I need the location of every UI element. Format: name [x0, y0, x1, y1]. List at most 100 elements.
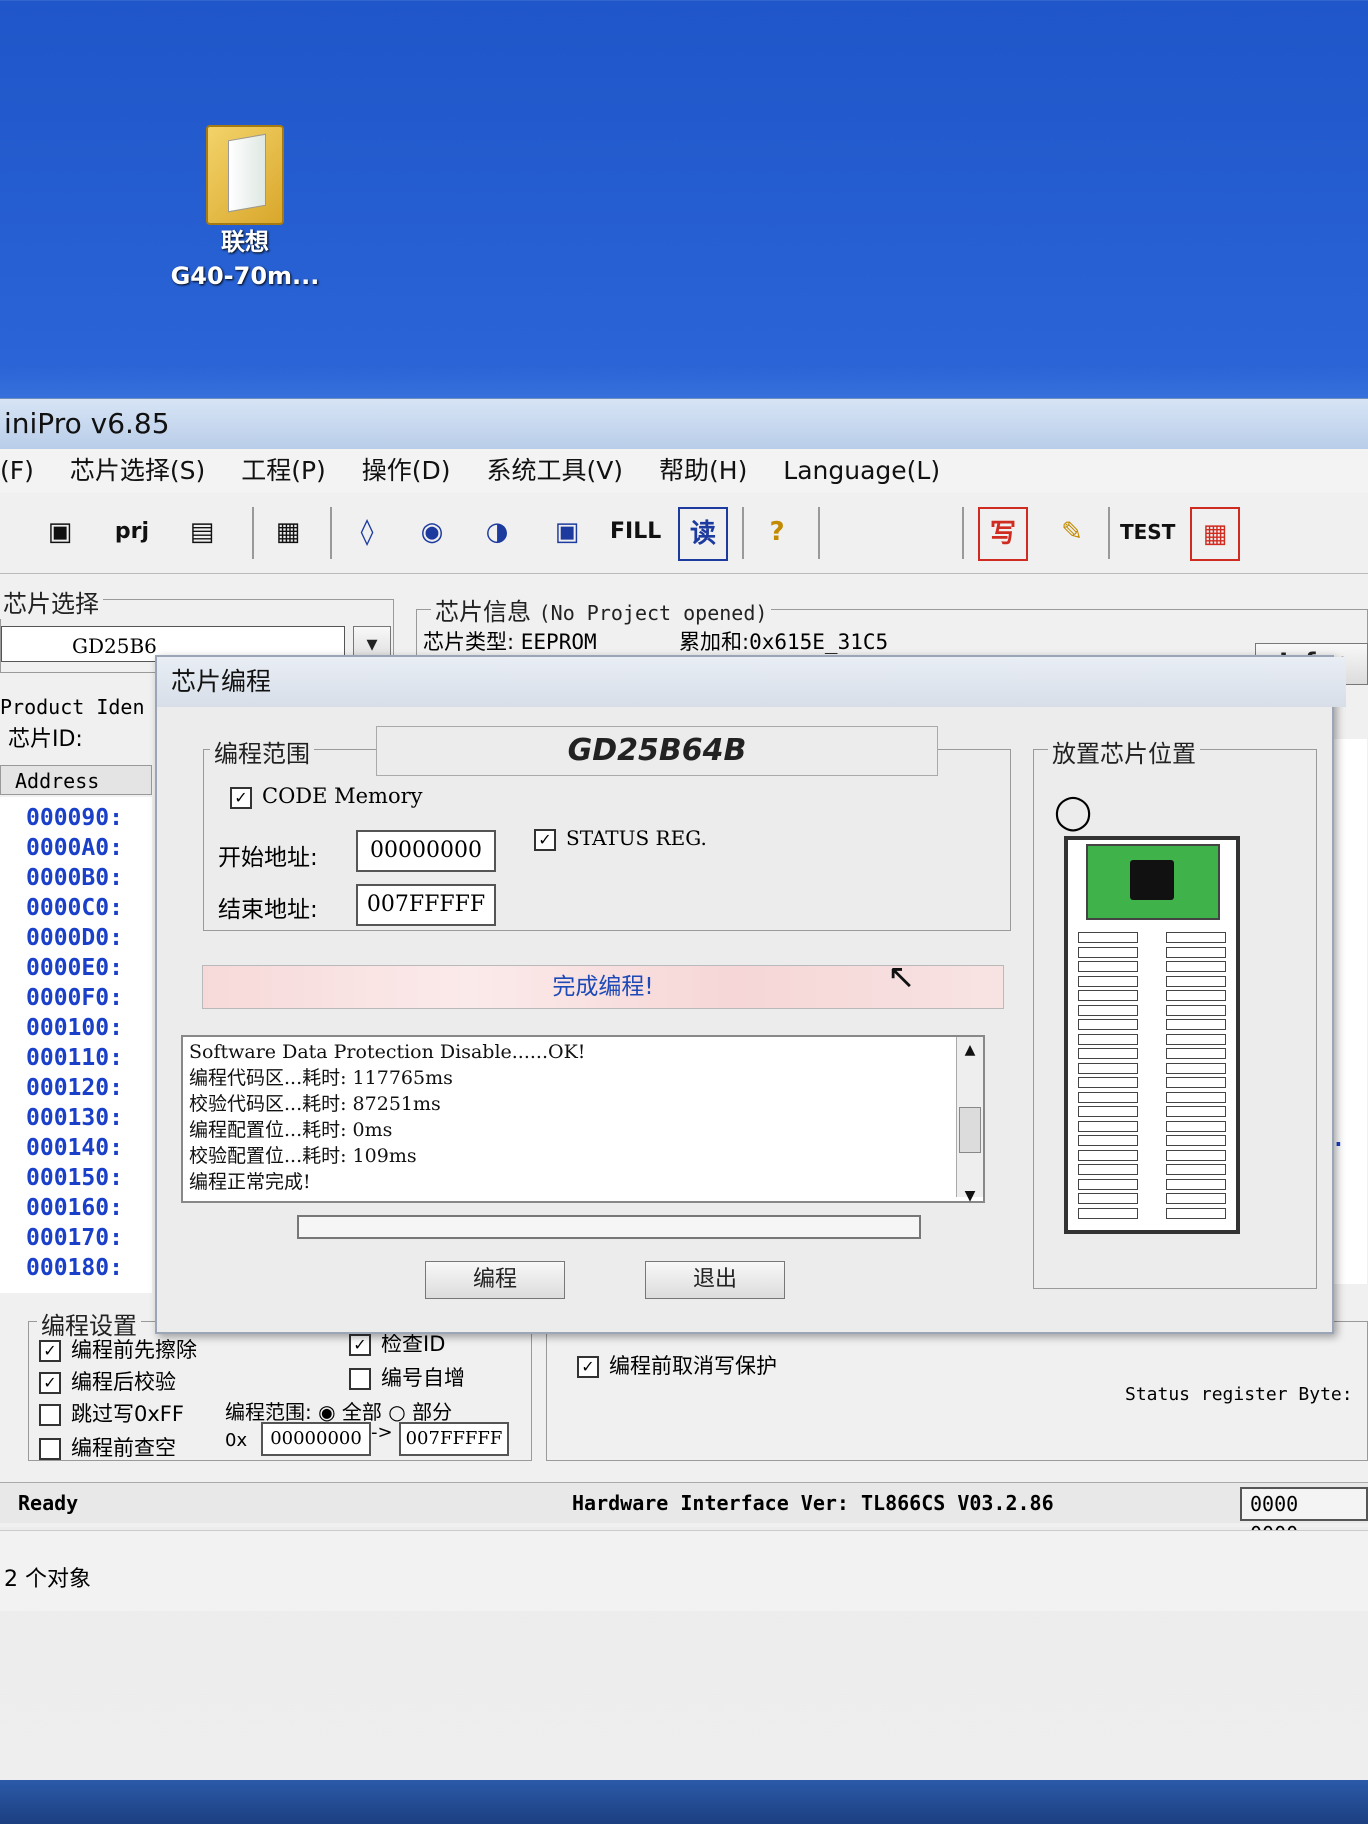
help-button[interactable]: ?: [755, 507, 799, 557]
erase-before-checkbox[interactable]: ✓: [39, 1340, 61, 1362]
write-button[interactable]: 写: [978, 507, 1028, 561]
scroll-up-icon[interactable]: ▲: [957, 1037, 983, 1063]
blank-check-checkbox[interactable]: [39, 1438, 61, 1460]
range-start-field[interactable]: 00000000: [261, 1422, 371, 1456]
range-part-radio[interactable]: ○ 部分: [388, 1400, 452, 1424]
chip-type: 芯片类型: EEPROM: [423, 630, 597, 654]
menu-language[interactable]: Language(L): [783, 449, 940, 493]
code-memory-checkbox[interactable]: ✓: [230, 786, 252, 809]
address-row: 0000B0:: [26, 865, 123, 891]
hex-prefix: 0x: [225, 1430, 248, 1451]
checksum-value: 0x615E_31C5: [749, 630, 889, 654]
socket-pin-slot: [1078, 1033, 1138, 1045]
verify-after-option[interactable]: ✓ 编程后校验: [39, 1366, 176, 1396]
desktop-folder-shortcut[interactable]: 联想 G40-70m...: [170, 125, 320, 293]
socket-pin-slot: [1166, 946, 1226, 958]
address-row: 0000D0:: [26, 925, 123, 951]
status-register-label: Status register Byte:: [1125, 1384, 1353, 1405]
chip-type-value: EEPROM: [520, 630, 597, 654]
check-id-checkbox[interactable]: ✓: [349, 1334, 371, 1356]
menu-system-tools[interactable]: 系统工具(V): [486, 449, 623, 493]
window-title: iniPro v6.85: [0, 399, 1368, 449]
sop8-adapter: [1086, 844, 1220, 920]
chip-placement-label: 放置芯片位置: [1048, 734, 1200, 769]
taskbar: [0, 1780, 1368, 1824]
write-label: 写: [989, 519, 1016, 549]
end-address-field[interactable]: 007FFFFF: [356, 884, 496, 926]
open-project-button[interactable]: prj: [110, 507, 154, 557]
save-icon[interactable]: ▣: [38, 507, 82, 557]
chip-icon[interactable]: ▦: [1190, 507, 1240, 561]
start-address-field[interactable]: 00000000: [356, 830, 496, 872]
buffer-icon[interactable]: ▦: [266, 507, 310, 557]
select-block-icon[interactable]: ▣: [545, 507, 589, 557]
cancel-protect-checkbox[interactable]: ✓: [577, 1356, 599, 1378]
chip-info-label: 芯片信息 (No Project opened): [431, 592, 772, 627]
address-row: 000090:: [26, 805, 123, 831]
save-project-icon[interactable]: ▤: [180, 507, 224, 557]
skip-ff-checkbox[interactable]: [39, 1404, 61, 1426]
fill-button[interactable]: FILL: [610, 507, 661, 557]
erase-before-option[interactable]: ✓ 编程前先擦除: [39, 1334, 197, 1364]
address-row: 000180:: [26, 1255, 123, 1281]
status-reg-option[interactable]: ✓ STATUS REG.: [534, 826, 707, 851]
hardware-version: Hardware Interface Ver: TL866CS V03.2.86: [572, 1491, 1054, 1515]
status-reg-checkbox[interactable]: ✓: [534, 828, 556, 851]
socket-pin-slot: [1078, 1019, 1138, 1030]
read-button[interactable]: 读: [678, 507, 728, 561]
chip-select-label: 芯片选择: [0, 584, 103, 619]
program-settings-group: 编程设置 ✓ 编程前先擦除 ✓ 编程后校验 跳过写0xFF 编程前查空 ✓ 检查ID …: [28, 1306, 532, 1462]
menu-chip-select[interactable]: 芯片选择(S): [70, 449, 205, 493]
test-label: TEST: [1120, 520, 1176, 544]
status-bar: Ready Hardware Interface Ver: TL866CS V0…: [0, 1482, 1368, 1546]
exit-button[interactable]: 退出: [645, 1261, 785, 1299]
checksum: 累加和:0x615E_31C5: [679, 630, 889, 654]
program-range-group: 编程范围 GD25B64B ✓ CODE Memory ✓ STATUS REG. …: [203, 726, 1011, 931]
socket-pin-slot: [1078, 1062, 1138, 1074]
edit-25-icon[interactable]: ◑: [475, 507, 519, 557]
address-row: 000140:: [26, 1135, 123, 1161]
socket-pin-slot: [1078, 1207, 1138, 1219]
program-range-selector: 编程范围: ◉ 全部 ○ 部分: [225, 1396, 452, 1425]
socket-pin-slot: [1078, 1048, 1138, 1059]
scroll-thumb[interactable]: [959, 1107, 981, 1153]
edit-config-icon[interactable]: ✎: [1050, 507, 1094, 557]
menu-operation[interactable]: 操作(D): [362, 449, 451, 493]
socket-pin-slot: [1166, 1178, 1226, 1190]
menu-project[interactable]: 工程(P): [241, 449, 326, 493]
socket-pin-slot: [1078, 932, 1138, 943]
folder-icon: [206, 125, 284, 225]
scroll-down-icon[interactable]: ▼: [957, 1183, 983, 1209]
code-memory-option[interactable]: ✓ CODE Memory: [230, 784, 423, 809]
socket-pin-slot: [1166, 1033, 1226, 1045]
socket-pin-slot: [1166, 1019, 1226, 1030]
log-scrollbar[interactable]: ▲ ▼: [956, 1037, 983, 1204]
chip-programming-dialog: 芯片编程 编程范围 GD25B64B ✓ CODE Memory ✓ STATUS …: [155, 655, 1346, 1334]
socket-pin-slot: [1166, 1004, 1226, 1016]
cancel-protect-option[interactable]: ✓ 编程前取消写保护: [577, 1350, 777, 1380]
program-status-message: 完成编程!: [202, 965, 1004, 1009]
socket-pin-slot: [1078, 1120, 1138, 1132]
test-button[interactable]: TEST: [1120, 507, 1175, 557]
read-label: 读: [689, 519, 716, 549]
socket-pin-slot: [1078, 1077, 1138, 1088]
verify-after-checkbox[interactable]: ✓: [39, 1372, 61, 1394]
menu-help[interactable]: 帮助(H): [659, 449, 747, 493]
auto-increment-option[interactable]: 编号自增: [349, 1362, 465, 1392]
auto-increment-checkbox[interactable]: [349, 1368, 371, 1390]
address-row: 000100:: [26, 1015, 123, 1041]
edit-4d-icon[interactable]: ◊: [345, 507, 389, 557]
address-row: 0000E0:: [26, 955, 123, 981]
blank-check-option[interactable]: 编程前查空: [39, 1432, 176, 1462]
range-end-field[interactable]: 007FFFFF: [399, 1422, 509, 1456]
range-all-radio[interactable]: ◉ 全部: [318, 1400, 382, 1424]
program-button[interactable]: 编程: [425, 1261, 565, 1299]
program-progress-bar: [297, 1215, 921, 1239]
menu-file[interactable]: (F): [0, 449, 34, 493]
address-row: 000170:: [26, 1225, 123, 1251]
log-line: Software Data Protection Disable......OK…: [189, 1041, 586, 1063]
socket-pin-slot: [1166, 1164, 1226, 1175]
edit-f-icon[interactable]: ◉: [410, 507, 454, 557]
skip-ff-option[interactable]: 跳过写0xFF: [39, 1398, 184, 1428]
socket-pin-slot: [1166, 1120, 1226, 1132]
